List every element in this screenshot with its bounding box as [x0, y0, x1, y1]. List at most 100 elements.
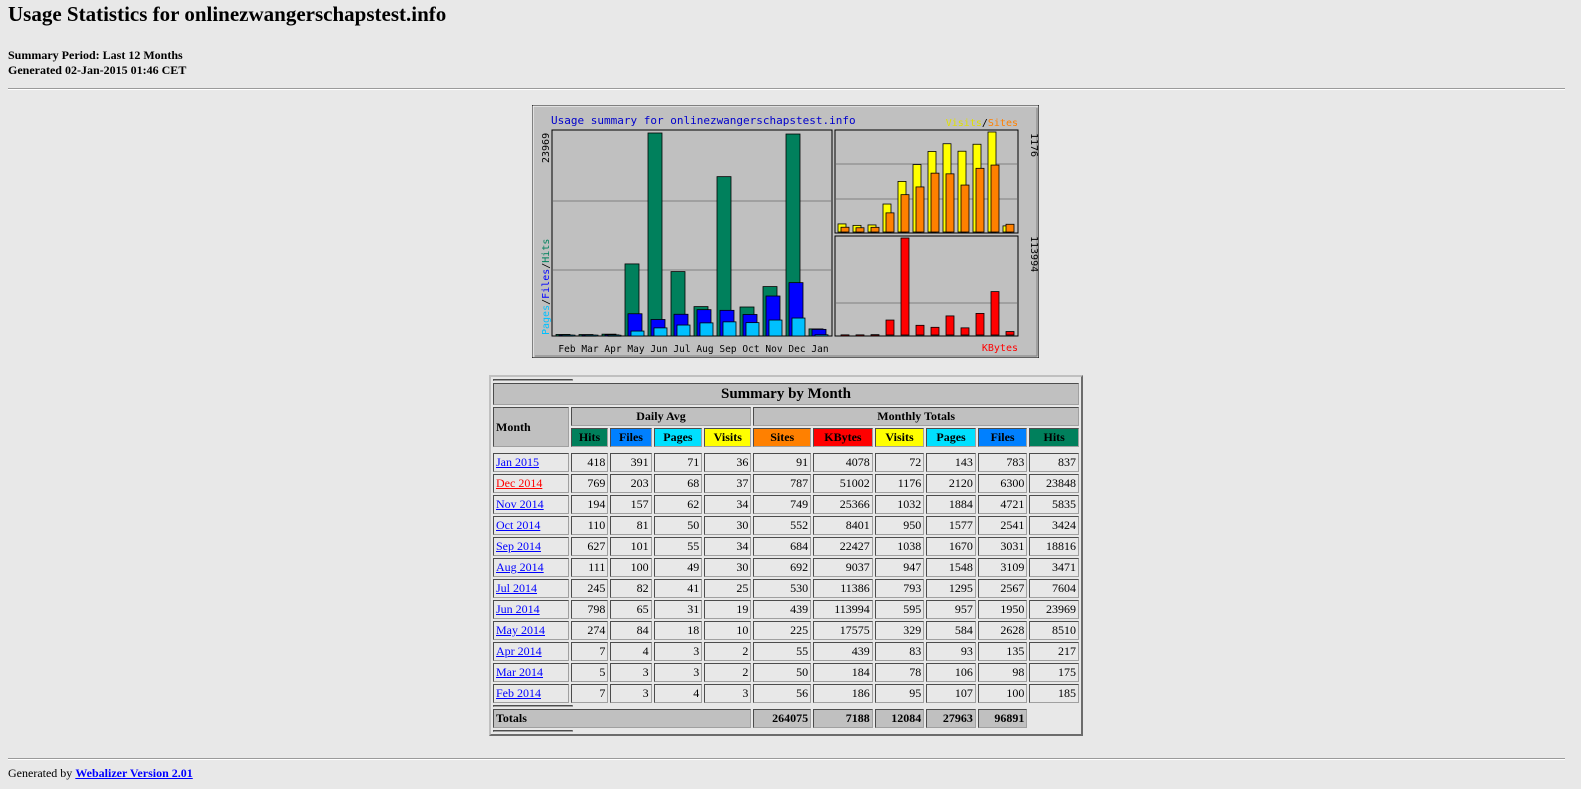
cell-d-files: 391 — [610, 453, 652, 472]
divider — [8, 88, 1565, 90]
graph-caption: Usage summary for onlinezwangerschapstes… — [551, 114, 856, 127]
cell-hits: 185 — [1029, 684, 1079, 703]
cell-d-pages: 41 — [653, 579, 703, 598]
bar-pages — [791, 317, 806, 337]
month-link[interactable]: Sep 2014 — [496, 539, 541, 553]
cell-visits: 947 — [874, 558, 925, 577]
month-cell: Aug 2014 — [493, 558, 569, 577]
cell-d-hits: 418 — [570, 453, 609, 472]
cell-kbytes: 439 — [813, 642, 873, 661]
month-link[interactable]: Jun 2014 — [496, 602, 540, 616]
cell-files: 135 — [977, 642, 1028, 661]
bar-pages — [584, 334, 599, 337]
cell-kbytes: 51002 — [813, 474, 873, 493]
cell-sites: 749 — [753, 495, 812, 514]
month-link[interactable]: Dec 2014 — [496, 476, 542, 490]
cell-visits: 95 — [874, 684, 925, 703]
cell-d-files: 65 — [610, 600, 652, 619]
cell-visits: 1176 — [874, 474, 925, 493]
divider — [8, 758, 1565, 760]
cell-sites: 552 — [753, 516, 812, 535]
bar-kbytes — [900, 237, 910, 336]
legend-hits: Hits — [541, 239, 552, 263]
month-link[interactable]: Mar 2014 — [496, 665, 543, 679]
graph-right-top-max: 1176 — [1028, 133, 1039, 157]
cell-files: 2541 — [977, 516, 1028, 535]
cell-sites: 787 — [753, 474, 812, 493]
cell-pages: 957 — [926, 600, 976, 619]
bar-pages — [653, 327, 668, 337]
col-daily-visits: Visits — [704, 428, 752, 447]
table-row: Aug 2014 111 100 49 30 692 9037 947 1548 3109 3471 — [493, 558, 1079, 577]
cell-visits: 793 — [874, 579, 925, 598]
month-link[interactable]: Nov 2014 — [496, 497, 544, 511]
cell-sites: 530 — [753, 579, 812, 598]
table-row: Feb 2014 7 3 4 3 56 186 95 107 100 185 — [493, 684, 1079, 703]
month-link[interactable]: Aug 2014 — [496, 560, 544, 574]
bar-kbytes — [870, 334, 880, 337]
cell-d-hits: 5 — [570, 663, 609, 682]
cell-hits: 8510 — [1029, 621, 1079, 640]
bar-sites — [1005, 223, 1015, 233]
month-link[interactable]: Apr 2014 — [496, 644, 542, 658]
cell-d-files: 100 — [610, 558, 652, 577]
webalizer-link[interactable]: Webalizer Version 2.01 — [75, 766, 192, 780]
legend-files: Files — [541, 269, 552, 299]
month-link[interactable]: Jul 2014 — [496, 581, 537, 595]
cell-pages: 1884 — [926, 495, 976, 514]
bar-pages — [768, 319, 783, 337]
month-link[interactable]: May 2014 — [496, 623, 545, 637]
cell-d-pages: 68 — [653, 474, 703, 493]
total-kbytes: 264075 — [753, 709, 812, 728]
month-link[interactable]: Jan 2015 — [496, 455, 539, 469]
month-tick-label: Dec — [788, 344, 805, 355]
month-cell: Feb 2014 — [493, 684, 569, 703]
cell-kbytes: 9037 — [813, 558, 873, 577]
bar-sites — [840, 226, 850, 233]
bar-kbytes — [960, 327, 970, 336]
cell-hits: 7604 — [1029, 579, 1079, 598]
bar-kbytes — [1005, 331, 1015, 336]
table-caption: Summary by Month — [493, 383, 1079, 405]
cell-d-files: 4 — [610, 642, 652, 661]
bar-sites — [930, 172, 940, 233]
col-pages: Pages — [926, 428, 976, 447]
cell-d-pages: 71 — [653, 453, 703, 472]
cell-sites: 439 — [753, 600, 812, 619]
cell-d-pages: 55 — [653, 537, 703, 556]
bar-sites — [900, 194, 910, 233]
cell-pages: 107 — [926, 684, 976, 703]
month-cell: Apr 2014 — [493, 642, 569, 661]
cell-pages: 143 — [926, 453, 976, 472]
month-link[interactable]: Oct 2014 — [496, 518, 540, 532]
month-link[interactable]: Feb 2014 — [496, 686, 541, 700]
month-tick-label: Sep — [719, 344, 736, 355]
total-pages: 12084 — [874, 709, 925, 728]
table-row: Apr 2014 7 4 3 2 55 439 83 93 135 217 — [493, 642, 1079, 661]
bar-sites — [885, 212, 895, 233]
col-files: Files — [977, 428, 1028, 447]
bar-kbytes — [930, 326, 940, 336]
cell-sites: 225 — [753, 621, 812, 640]
table-row: Sep 2014 627 101 55 34 684 22427 1038 1670 3031 18… — [493, 537, 1079, 556]
cell-d-hits: 798 — [570, 600, 609, 619]
usage-summary-graph: Feb Mar Apr May Jun Jul Aug Sep Oct Nov Dec Jan Usa… — [532, 105, 1039, 358]
cell-files: 6300 — [977, 474, 1028, 493]
graph-legend-kbytes: KBytes — [982, 343, 1018, 354]
cell-files: 2628 — [977, 621, 1028, 640]
cell-hits: 175 — [1029, 663, 1079, 682]
report-meta: Summary Period: Last 12 Months Generated… — [8, 48, 186, 78]
bar-sites — [990, 164, 1000, 233]
footer-prefix: Generated by — [8, 766, 76, 780]
bar-kbytes — [945, 315, 955, 336]
month-cell: Jan 2015 — [493, 453, 569, 472]
cell-pages: 106 — [926, 663, 976, 682]
month-tick-label: Mar — [581, 344, 598, 355]
cell-visits: 72 — [874, 453, 925, 472]
cell-d-visits: 2 — [704, 642, 752, 661]
cell-d-hits: 7 — [570, 684, 609, 703]
cell-d-hits: 245 — [570, 579, 609, 598]
cell-d-files: 3 — [610, 684, 652, 703]
totals-label: Totals — [493, 709, 752, 728]
month-header: Month — [493, 407, 569, 447]
